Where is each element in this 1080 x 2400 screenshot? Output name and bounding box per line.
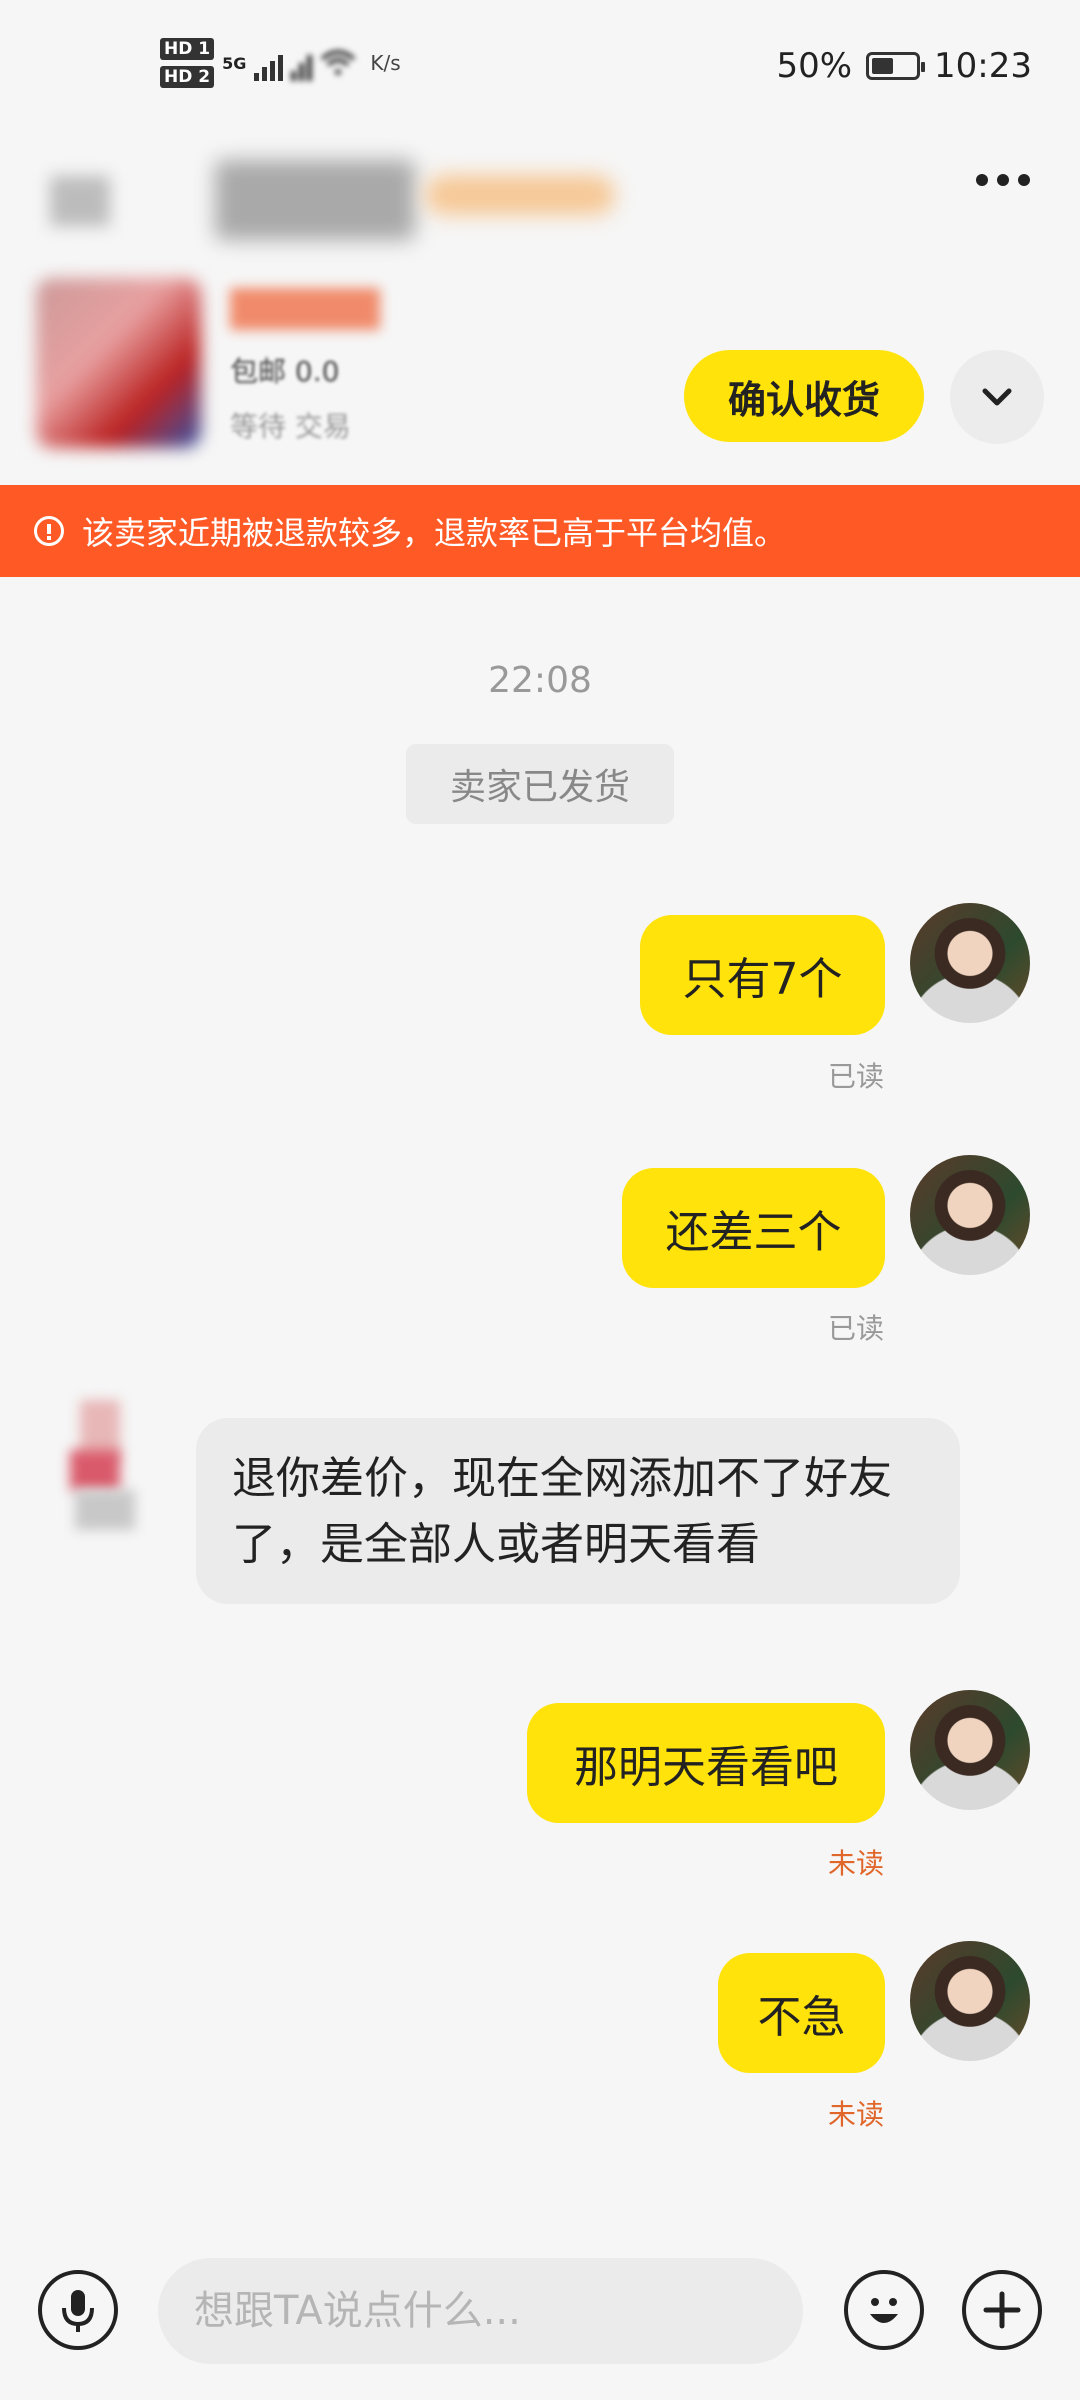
more-horizontal-icon[interactable] <box>976 174 1030 186</box>
my-message-bubble[interactable]: 只有7个 <box>640 915 885 1035</box>
signal-icon-2 <box>291 45 313 81</box>
clock: 10:23 <box>934 46 1032 86</box>
my-message-bubble[interactable]: 那明天看看吧 <box>527 1703 885 1823</box>
back-icon <box>50 176 110 226</box>
seller-avatar[interactable] <box>70 1400 150 1530</box>
hd-indicators: HD 1 HD 2 <box>160 38 215 88</box>
my-avatar[interactable] <box>910 1155 1030 1275</box>
status-left: HD 1 HD 2 5G K/s <box>160 38 401 88</box>
my-avatar[interactable] <box>910 1690 1030 1810</box>
order-card: 包邮 0.0 等待 交易 确认收货 <box>0 260 1080 485</box>
chat-header <box>0 140 1080 260</box>
emoji-icon[interactable] <box>844 2270 924 2350</box>
seller-badge-blurred <box>425 175 615 215</box>
alert-circle-icon <box>34 516 64 546</box>
chat-timestamp: 22:08 <box>488 660 592 701</box>
back-button[interactable] <box>40 156 130 246</box>
status-right: 50% 10:23 <box>776 46 1032 86</box>
system-notice: 卖家已发货 <box>406 744 674 824</box>
hd2-indicator: HD 2 <box>160 66 215 88</box>
expand-button[interactable] <box>950 350 1044 444</box>
product-thumbnail[interactable] <box>36 278 201 448</box>
read-status: 已读 <box>828 1312 885 1345</box>
my-message-bubble[interactable]: 还差三个 <box>622 1168 885 1288</box>
refund-warning-banner: 该卖家近期被退款较多，退款率已高于平台均值。 <box>0 485 1080 577</box>
seller-message-bubble[interactable]: 退你差价，现在全网添加不了好友了，是全部人或者明天看看 <box>196 1418 960 1604</box>
unread-status: 未读 <box>828 2098 885 2131</box>
order-status-line: 等待 交易 <box>230 410 351 443</box>
microphone-icon[interactable] <box>38 2270 118 2350</box>
plus-icon[interactable] <box>962 2270 1042 2350</box>
wifi-icon <box>321 50 356 75</box>
read-status: 已读 <box>828 1060 885 1093</box>
battery-fill <box>872 58 894 74</box>
my-avatar[interactable] <box>910 1941 1030 2061</box>
net-speed-unit: K/s <box>370 51 401 75</box>
network-type: 5G <box>222 53 247 73</box>
input-bar <box>0 2220 1080 2400</box>
order-price-line: 包邮 0.0 <box>230 355 340 388</box>
my-avatar[interactable] <box>910 903 1030 1023</box>
product-title-blurred <box>230 288 380 330</box>
status-bar: HD 1 HD 2 5G K/s 50% 10:23 <box>0 0 1080 140</box>
warning-text: 该卖家近期被退款较多，退款率已高于平台均值。 <box>82 514 787 552</box>
message-input[interactable] <box>158 2258 803 2364</box>
signal-icon <box>254 45 284 81</box>
battery-icon <box>866 52 926 80</box>
seller-name-blurred <box>215 160 415 240</box>
battery-percent: 50% <box>776 46 853 86</box>
my-message-bubble[interactable]: 不急 <box>718 1953 885 2073</box>
unread-status: 未读 <box>828 1847 885 1880</box>
chevron-down-icon <box>982 388 1012 406</box>
confirm-receipt-button[interactable]: 确认收货 <box>684 350 924 442</box>
hd1-indicator: HD 1 <box>160 38 215 60</box>
